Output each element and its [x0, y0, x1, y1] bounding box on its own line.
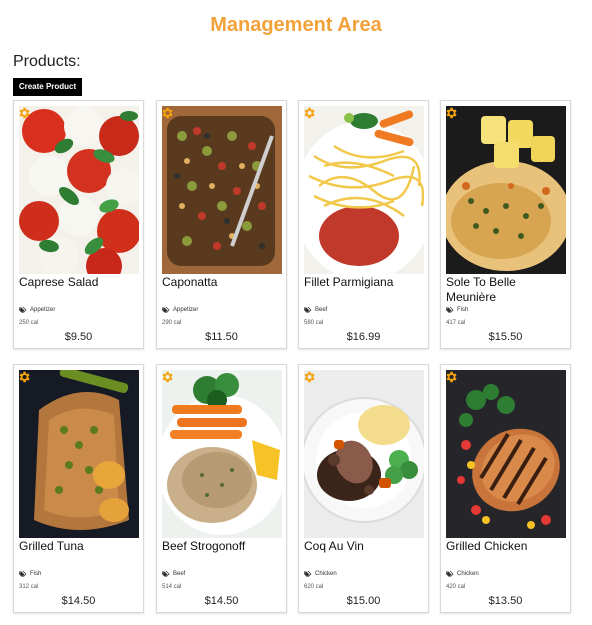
product-name: Beef Strogonoff — [162, 539, 246, 553]
product-calories: 514 cal — [162, 584, 182, 590]
product-card: Grilled Chicken Chicken 420 cal $13.50 — [440, 364, 571, 613]
tag-icon — [19, 571, 27, 577]
product-calories: 312 cal — [19, 584, 39, 590]
product-card: Caponatta Appetizer 290 cal $11.50 — [156, 100, 287, 349]
product-name: Grilled Tuna — [19, 539, 84, 553]
product-category: Chicken — [304, 571, 337, 577]
product-calories: 250 cal — [19, 320, 39, 326]
product-card: Caprese Salad Appetizer 250 cal $9.50 — [13, 100, 144, 349]
product-image-coq-au-vin — [304, 370, 424, 538]
category-label: Appetizer — [173, 307, 199, 313]
gear-icon[interactable] — [444, 106, 458, 120]
product-image-grilled-tuna — [19, 370, 139, 538]
tag-icon — [304, 571, 312, 577]
category-label: Beef — [315, 307, 328, 313]
product-calories: 580 cal — [304, 320, 324, 326]
products-heading: Products: — [13, 53, 81, 70]
page-title: Management Area — [210, 14, 382, 36]
product-image-fillet-parmigiana — [304, 106, 424, 274]
product-category: Beef — [162, 571, 185, 577]
gear-icon[interactable] — [302, 370, 316, 384]
product-price: $11.50 — [205, 331, 238, 343]
gear-icon[interactable] — [160, 370, 174, 384]
product-category: Fish — [19, 571, 41, 577]
product-card: Fillet Parmigiana Beef 580 cal $16.99 — [298, 100, 429, 349]
category-label: Appetizer — [30, 307, 56, 313]
category-label: Fish — [457, 307, 469, 313]
product-category: Appetizer — [162, 307, 198, 313]
product-name: Fillet Parmigiana — [304, 275, 394, 289]
product-price: $15.50 — [488, 331, 523, 343]
product-image-caprese — [19, 106, 139, 274]
product-name: Caprese Salad — [19, 275, 99, 289]
product-price: $16.99 — [346, 331, 381, 343]
product-calories: 420 cal — [446, 584, 466, 590]
product-name: Coq Au Vin — [304, 539, 364, 553]
product-card: Coq Au Vin Chicken 620 cal $15.00 — [298, 364, 429, 613]
product-card: Beef Strogonoff Beef 514 cal $14.50 — [156, 364, 287, 613]
product-calories: 620 cal — [304, 584, 324, 590]
product-category: Appetizer — [19, 307, 55, 313]
product-image-beef-strogonoff — [162, 370, 282, 538]
product-price: $13.50 — [488, 595, 523, 607]
product-calories: 290 cal — [162, 320, 182, 326]
category-label: Chicken — [457, 571, 479, 577]
product-image-caponatta — [162, 106, 282, 274]
gear-icon[interactable] — [17, 106, 31, 120]
product-card: Grilled Tuna Fish 312 cal $14.50 — [13, 364, 144, 613]
gear-icon[interactable] — [17, 370, 31, 384]
category-label: Beef — [173, 571, 186, 577]
product-image-grilled-chicken — [446, 370, 566, 538]
product-category: Fish — [446, 307, 468, 313]
tag-icon — [19, 307, 27, 313]
product-price: $14.50 — [204, 595, 239, 607]
product-category: Beef — [304, 307, 327, 313]
product-calories: 417 cal — [446, 320, 466, 326]
create-product-button[interactable]: Create Product — [13, 78, 82, 96]
tag-icon — [446, 307, 454, 313]
tag-icon — [162, 571, 170, 577]
product-price: $15.00 — [346, 595, 381, 607]
product-name: Sole To Belle Meunière — [446, 275, 516, 304]
gear-icon[interactable] — [444, 370, 458, 384]
tag-icon — [304, 307, 312, 313]
product-card: Sole To Belle Meunière Fish 417 cal $15.… — [440, 100, 571, 349]
product-name: Grilled Chicken — [446, 539, 528, 553]
product-price: $14.50 — [61, 595, 96, 607]
product-image-sole-meuniere — [446, 106, 566, 274]
gear-icon[interactable] — [302, 106, 316, 120]
category-label: Chicken — [315, 571, 337, 577]
tag-icon — [162, 307, 170, 313]
product-name: Caponatta — [162, 275, 218, 289]
category-label: Fish — [30, 571, 42, 577]
product-price: $9.50 — [64, 331, 93, 343]
product-category: Chicken — [446, 571, 479, 577]
gear-icon[interactable] — [160, 106, 174, 120]
tag-icon — [446, 571, 454, 577]
